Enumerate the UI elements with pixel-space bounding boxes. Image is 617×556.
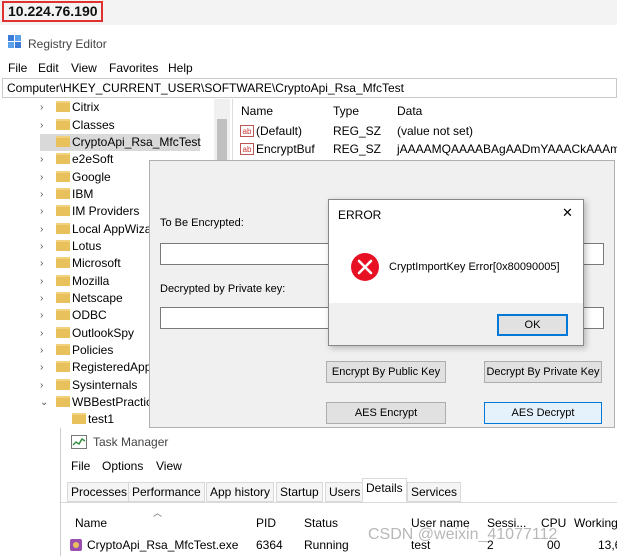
chevron-right-icon[interactable]: › bbox=[40, 186, 50, 203]
to-encrypt-label: To Be Encrypted: bbox=[160, 217, 244, 229]
chevron-right-icon[interactable]: › bbox=[40, 290, 50, 307]
folder-icon bbox=[56, 327, 70, 338]
col-data[interactable]: Data bbox=[397, 104, 422, 118]
chevron-right-icon[interactable]: › bbox=[40, 325, 50, 342]
chevron-right-icon[interactable]: › bbox=[40, 238, 50, 255]
process-name[interactable]: CryptoApi_Rsa_MfcTest.exe bbox=[87, 538, 238, 552]
remote-ip-label: 10.224.76.190 bbox=[2, 1, 103, 22]
tm-menu-view[interactable]: View bbox=[156, 459, 182, 473]
chevron-right-icon[interactable]: › bbox=[40, 342, 50, 359]
address-bar[interactable]: Computer\HKEY_CURRENT_USER\SOFTWARE\Cryp… bbox=[2, 78, 617, 98]
error-icon bbox=[350, 252, 380, 282]
value-row[interactable]: ab EncryptBuf REG_SZ jAAAAMQAAAABAgAADmY… bbox=[236, 141, 617, 158]
chevron-right-icon[interactable]: › bbox=[40, 203, 50, 220]
folder-icon bbox=[56, 171, 70, 182]
chevron-right-icon[interactable]: › bbox=[40, 377, 50, 394]
string-value-icon: ab bbox=[240, 143, 254, 155]
folder-icon bbox=[56, 119, 70, 130]
process-status: Running bbox=[304, 538, 349, 552]
folder-icon bbox=[56, 188, 70, 199]
registry-title-bar: Registry Editor bbox=[0, 30, 617, 56]
tm-col-status[interactable]: Status bbox=[304, 516, 338, 530]
chevron-right-icon[interactable]: › bbox=[40, 99, 50, 116]
folder-icon bbox=[56, 205, 70, 216]
values-header: Name Type Data bbox=[234, 100, 617, 122]
task-manager-icon bbox=[71, 435, 87, 449]
menu-file[interactable]: File bbox=[8, 61, 27, 75]
aes-decrypt-button[interactable]: AES Decrypt bbox=[484, 402, 602, 424]
tab-processes[interactable]: Processes bbox=[67, 482, 132, 502]
folder-icon bbox=[56, 136, 70, 147]
chevron-down-icon[interactable]: ⌄ bbox=[40, 394, 50, 411]
process-pid: 6364 bbox=[256, 538, 283, 552]
col-name[interactable]: Name bbox=[241, 104, 273, 118]
string-value-icon: ab bbox=[240, 125, 254, 137]
tab-app-history[interactable]: App history bbox=[206, 482, 275, 502]
tm-col-name[interactable]: Name bbox=[75, 516, 107, 530]
chevron-right-icon[interactable]: › bbox=[40, 221, 50, 238]
folder-icon bbox=[56, 275, 70, 286]
chevron-right-icon[interactable]: › bbox=[40, 151, 50, 168]
folder-icon bbox=[56, 396, 70, 407]
tm-col-working[interactable]: Working bbox=[574, 516, 617, 530]
process-working-set: 13,6 bbox=[598, 538, 617, 552]
chevron-right-icon[interactable]: › bbox=[40, 169, 50, 186]
folder-icon bbox=[56, 101, 70, 112]
menu-favorites[interactable]: Favorites bbox=[109, 61, 158, 75]
menu-help[interactable]: Help bbox=[168, 61, 193, 75]
watermark: CSDN @weixin_41077112 bbox=[368, 526, 558, 543]
app-process-icon bbox=[69, 538, 83, 552]
ok-button[interactable]: OK bbox=[497, 314, 568, 336]
chevron-right-icon[interactable]: › bbox=[40, 117, 50, 134]
error-title: ERROR bbox=[338, 208, 382, 222]
error-dialog: ERROR ✕ CryptImportKey Error[0x80090005]… bbox=[328, 199, 584, 346]
task-manager-title: Task Manager bbox=[93, 435, 169, 449]
decrypt-by-private-key-button[interactable]: Decrypt By Private Key bbox=[484, 361, 602, 383]
folder-icon bbox=[56, 309, 70, 320]
encrypt-by-public-key-button[interactable]: Encrypt By Public Key bbox=[326, 361, 446, 383]
menu-view[interactable]: View bbox=[71, 61, 97, 75]
decrypted-label: Decrypted by Private key: bbox=[160, 283, 286, 295]
chevron-right-icon[interactable]: › bbox=[40, 255, 50, 272]
registry-title: Registry Editor bbox=[28, 37, 107, 51]
folder-icon bbox=[56, 379, 70, 390]
chevron-right-icon[interactable]: › bbox=[40, 359, 50, 376]
tab-details[interactable]: Details bbox=[362, 478, 407, 502]
tab-users[interactable]: Users bbox=[325, 482, 365, 502]
chevron-right-icon[interactable]: › bbox=[40, 273, 50, 290]
folder-icon bbox=[56, 223, 70, 234]
tm-menu-file[interactable]: File bbox=[71, 459, 90, 473]
folder-icon bbox=[56, 240, 70, 251]
tm-col-pid[interactable]: PID bbox=[256, 516, 276, 530]
tree-item-cryptoapi-selected[interactable]: CryptoApi_Rsa_MfcTest bbox=[40, 134, 201, 151]
tm-menu-options[interactable]: Options bbox=[102, 459, 143, 473]
folder-icon bbox=[72, 413, 86, 424]
folder-icon bbox=[56, 153, 70, 164]
tab-performance[interactable]: Performance bbox=[128, 482, 205, 502]
tab-startup[interactable]: Startup bbox=[276, 482, 323, 502]
close-icon[interactable]: ✕ bbox=[562, 205, 573, 221]
folder-icon bbox=[56, 344, 70, 355]
folder-icon bbox=[56, 292, 70, 303]
error-message: CryptImportKey Error[0x80090005] bbox=[389, 261, 560, 273]
tab-services[interactable]: Services bbox=[407, 482, 462, 502]
folder-icon bbox=[56, 361, 70, 372]
col-type[interactable]: Type bbox=[333, 104, 359, 118]
menu-edit[interactable]: Edit bbox=[38, 61, 59, 75]
value-row[interactable]: ab (Default) REG_SZ (value not set) bbox=[236, 123, 617, 140]
aes-encrypt-button[interactable]: AES Encrypt bbox=[326, 402, 446, 424]
tm-divider bbox=[61, 502, 617, 503]
chevron-right-icon[interactable]: › bbox=[40, 307, 50, 324]
folder-icon bbox=[56, 257, 70, 268]
sort-up-icon[interactable]: ︿ bbox=[153, 506, 162, 519]
